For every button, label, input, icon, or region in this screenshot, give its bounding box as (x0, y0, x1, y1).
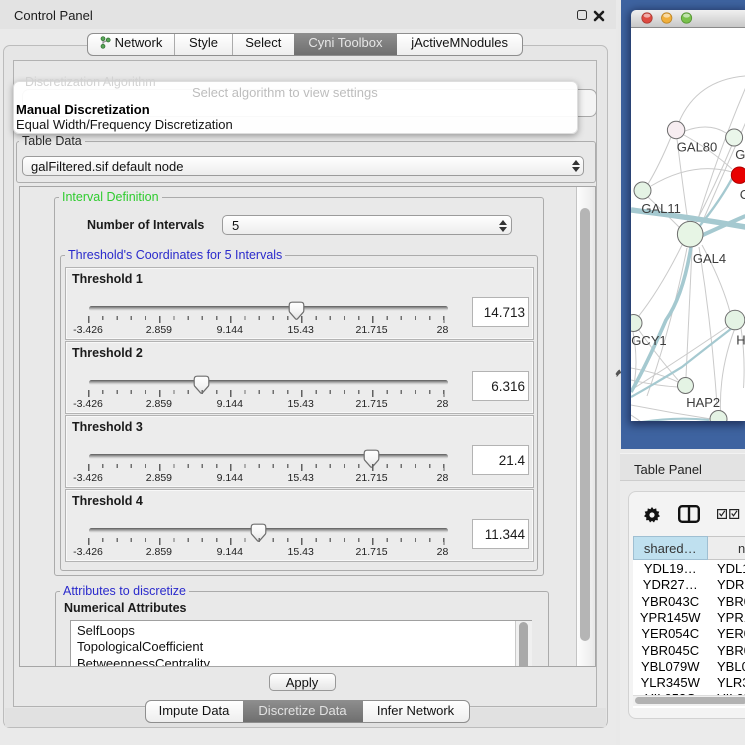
svg-text:H: H (736, 333, 745, 348)
svg-text:C: C (739, 187, 745, 202)
svg-text:GA: GA (735, 147, 745, 162)
svg-text:GAL11: GAL11 (641, 201, 681, 216)
svg-text:GAL4: GAL4 (692, 251, 725, 266)
svg-text:HAP2: HAP2 (686, 395, 720, 410)
svg-text:GCY1: GCY1 (631, 333, 666, 348)
svg-text:GAL80: GAL80 (676, 140, 716, 155)
